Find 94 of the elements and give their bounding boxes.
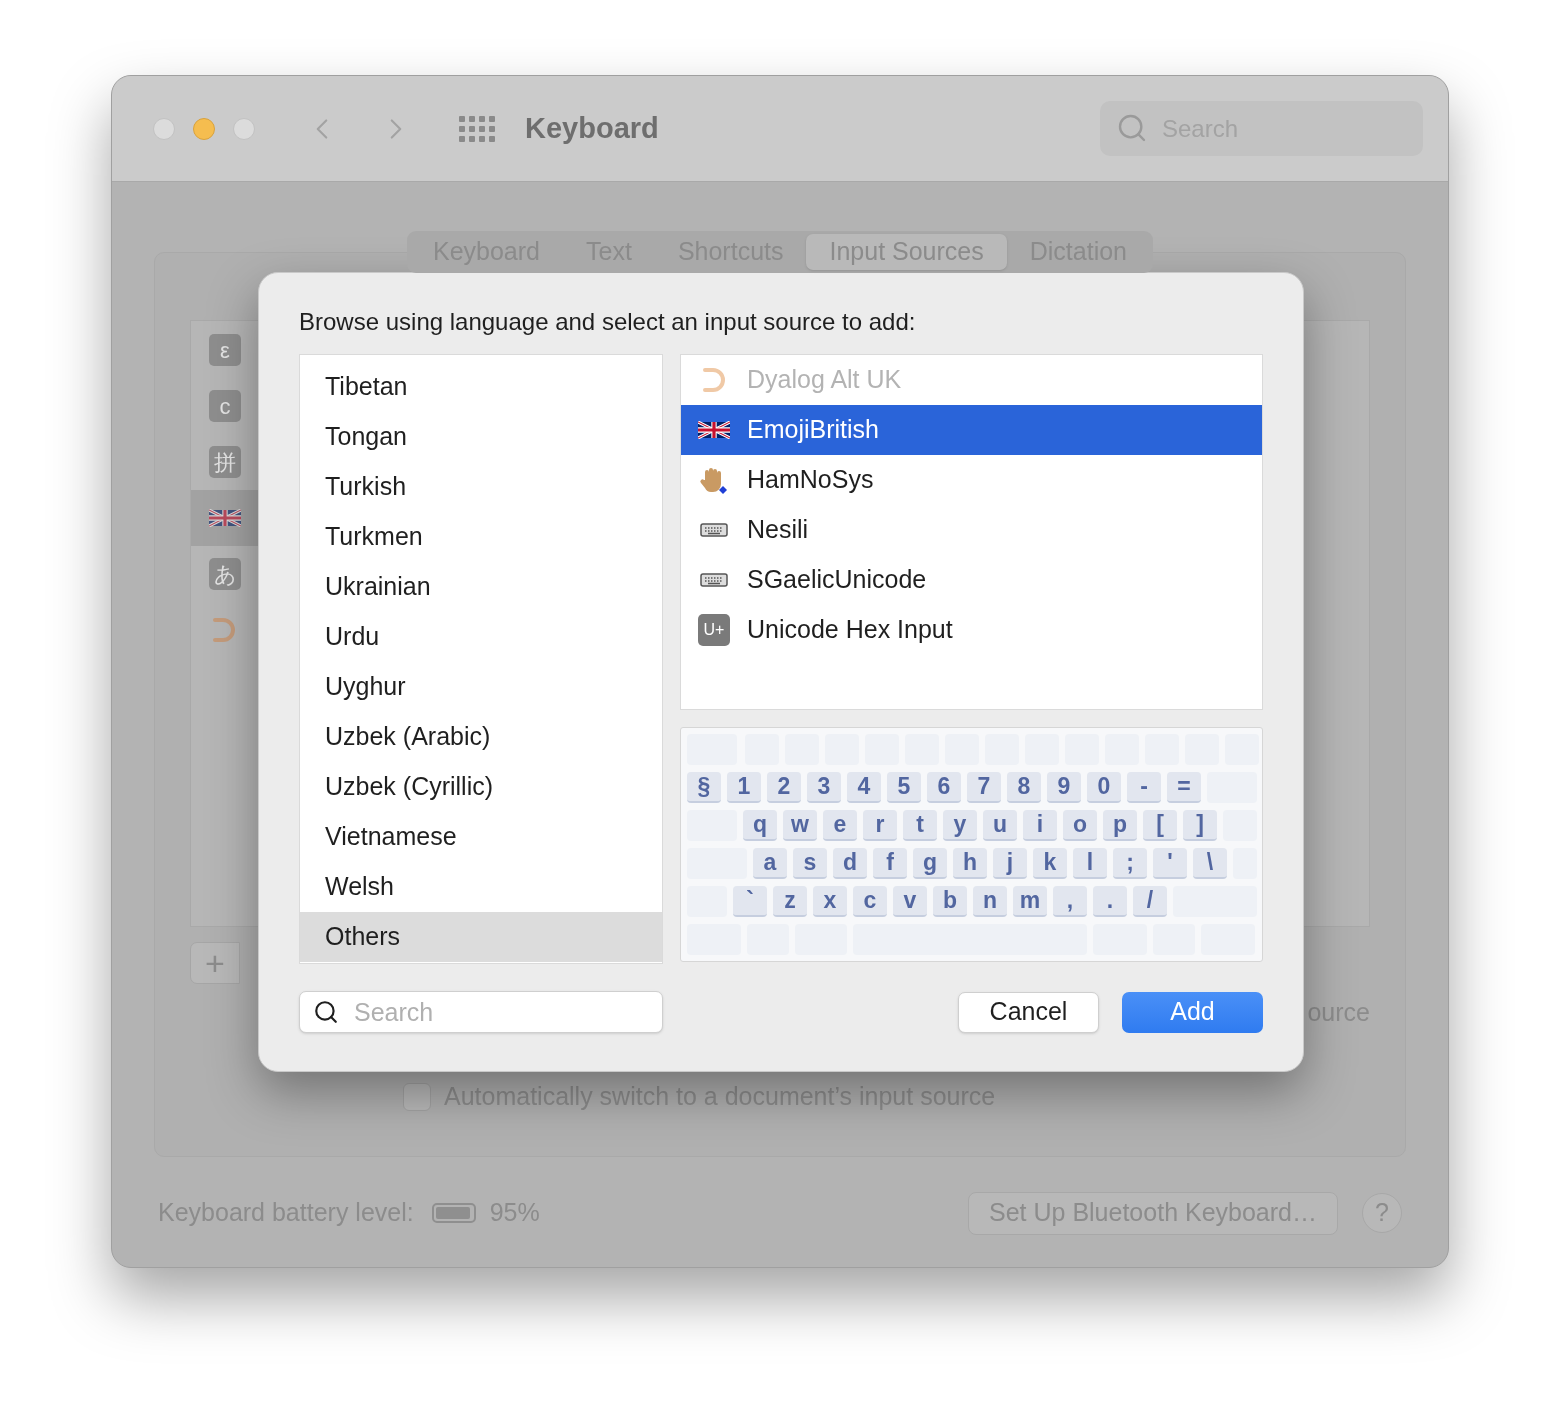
input-source-icon: 拼 — [209, 446, 241, 478]
keyboard-key: - — [1127, 772, 1161, 803]
source-item[interactable]: EmojiBritish — [681, 405, 1262, 455]
keyboard-icon — [700, 523, 728, 537]
keyboard-key: ` — [733, 886, 767, 917]
grid-icon[interactable] — [459, 115, 495, 142]
keyboard-key: w — [783, 810, 817, 841]
list-row[interactable] — [191, 490, 260, 546]
keyboard-key: t — [903, 810, 937, 841]
source-name: Nesili — [747, 514, 809, 546]
language-item[interactable]: Ukrainian — [300, 562, 662, 612]
keyboard-key: s — [793, 848, 827, 879]
language-item[interactable]: Others — [300, 912, 662, 962]
keyboard-key: = — [1167, 772, 1201, 803]
source-name: Unicode Hex Input — [747, 614, 953, 646]
unicode-badge-icon: U+ — [698, 614, 730, 646]
keyboard-icon — [700, 573, 728, 587]
sheet-prompt: Browse using language and select an input source to add: — [299, 308, 917, 336]
keyboard-key: 9 — [1047, 772, 1081, 803]
cancel-button[interactable]: Cancel — [958, 991, 1099, 1033]
source-name: SGaelicUnicode — [747, 564, 927, 596]
source-item[interactable]: U+ Unicode Hex Input — [681, 605, 1262, 655]
keyboard-key: c — [853, 886, 887, 917]
battery-icon — [431, 1203, 476, 1223]
keyboard-key: . — [1093, 886, 1127, 917]
keyboard-key: 1 — [727, 772, 761, 803]
keyboard-key: r — [863, 810, 897, 841]
keyboard-key: e — [823, 810, 857, 841]
checkbox[interactable] — [403, 1083, 431, 1111]
input-source-icon: c — [209, 390, 241, 422]
keyboard-key: h — [953, 848, 987, 879]
language-item[interactable]: Turkish — [300, 462, 662, 512]
add-button[interactable]: Add — [1122, 991, 1263, 1033]
source-item[interactable]: HamNoSys — [681, 455, 1262, 505]
keyboard-key: 7 — [967, 772, 1001, 803]
language-item[interactable]: Tongan — [300, 412, 662, 462]
keyboard-key: z — [773, 886, 807, 917]
keyboard-key: i — [1023, 810, 1057, 841]
keyboard-key: ] — [1183, 810, 1217, 841]
keyboard-key: o — [1063, 810, 1097, 841]
keyboard-key: q — [743, 810, 777, 841]
keyboard-key: n — [973, 886, 1007, 917]
language-item[interactable]: Welsh — [300, 862, 662, 912]
keyboard-key: g — [913, 848, 947, 879]
keyboard-key: l — [1073, 848, 1107, 879]
source-item[interactable]: SGaelicUnicode — [681, 555, 1262, 605]
input-source-icon: あ — [209, 558, 241, 590]
minimize-button[interactable] — [193, 117, 215, 140]
keyboard-key: ' — [1153, 848, 1187, 879]
source-name: EmojiBritish — [747, 414, 879, 446]
keyboard-key: f — [873, 848, 907, 879]
window-title: Keyboard — [525, 110, 659, 146]
keyboard-key: p — [1103, 810, 1137, 841]
keyboard-key: x — [813, 886, 847, 917]
keyboard-key: u — [983, 810, 1017, 841]
keyboard-key: 0 — [1087, 772, 1121, 803]
keyboard-key: a — [753, 848, 787, 879]
language-item[interactable]: Uzbek (Arabic) — [300, 712, 662, 762]
keyboard-key: 4 — [847, 772, 881, 803]
keyboard-key: m — [1013, 886, 1047, 917]
language-item[interactable]: Uyghur — [300, 662, 662, 712]
keyboard-key: d — [833, 848, 867, 879]
keyboard-key: v — [893, 886, 927, 917]
language-item[interactable]: Urdu — [300, 612, 662, 662]
language-item[interactable]: Uzbek (Cyrillic) — [300, 762, 662, 812]
keyboard-key: 2 — [767, 772, 801, 803]
source-item[interactable]: Nesili — [681, 505, 1262, 555]
source-name: Dyalog Alt UK — [747, 364, 902, 396]
search-icon — [313, 999, 339, 1025]
keyboard-key: \ — [1193, 848, 1227, 879]
zoom-button[interactable] — [233, 117, 255, 140]
keyboard-key: 8 — [1007, 772, 1041, 803]
keyboard-key: j — [993, 848, 1027, 879]
keyboard-key: ; — [1113, 848, 1147, 879]
keyboard-key: 5 — [887, 772, 921, 803]
keyboard-key: k — [1033, 848, 1067, 879]
close-button[interactable] — [153, 117, 175, 140]
search-field[interactable]: Search — [299, 991, 663, 1033]
keyboard-key: b — [933, 886, 967, 917]
language-item[interactable]: Vietnamese — [300, 812, 662, 862]
input-source-icon: ε — [209, 334, 241, 366]
keyboard-key: [ — [1143, 810, 1177, 841]
language-item[interactable]: Turkmen — [300, 512, 662, 562]
flag-icon — [698, 421, 730, 439]
keyboard-key: / — [1133, 886, 1167, 917]
keyboard-key: 3 — [807, 772, 841, 803]
keyboard-key: 6 — [927, 772, 961, 803]
keyboard-key: , — [1053, 886, 1087, 917]
search-icon — [1116, 112, 1148, 144]
keyboard-key: y — [943, 810, 977, 841]
source-name: HamNoSys — [747, 464, 874, 496]
flag-icon — [209, 509, 241, 527]
keyboard-key: § — [687, 772, 721, 803]
language-item[interactable]: Tibetan — [300, 362, 662, 412]
